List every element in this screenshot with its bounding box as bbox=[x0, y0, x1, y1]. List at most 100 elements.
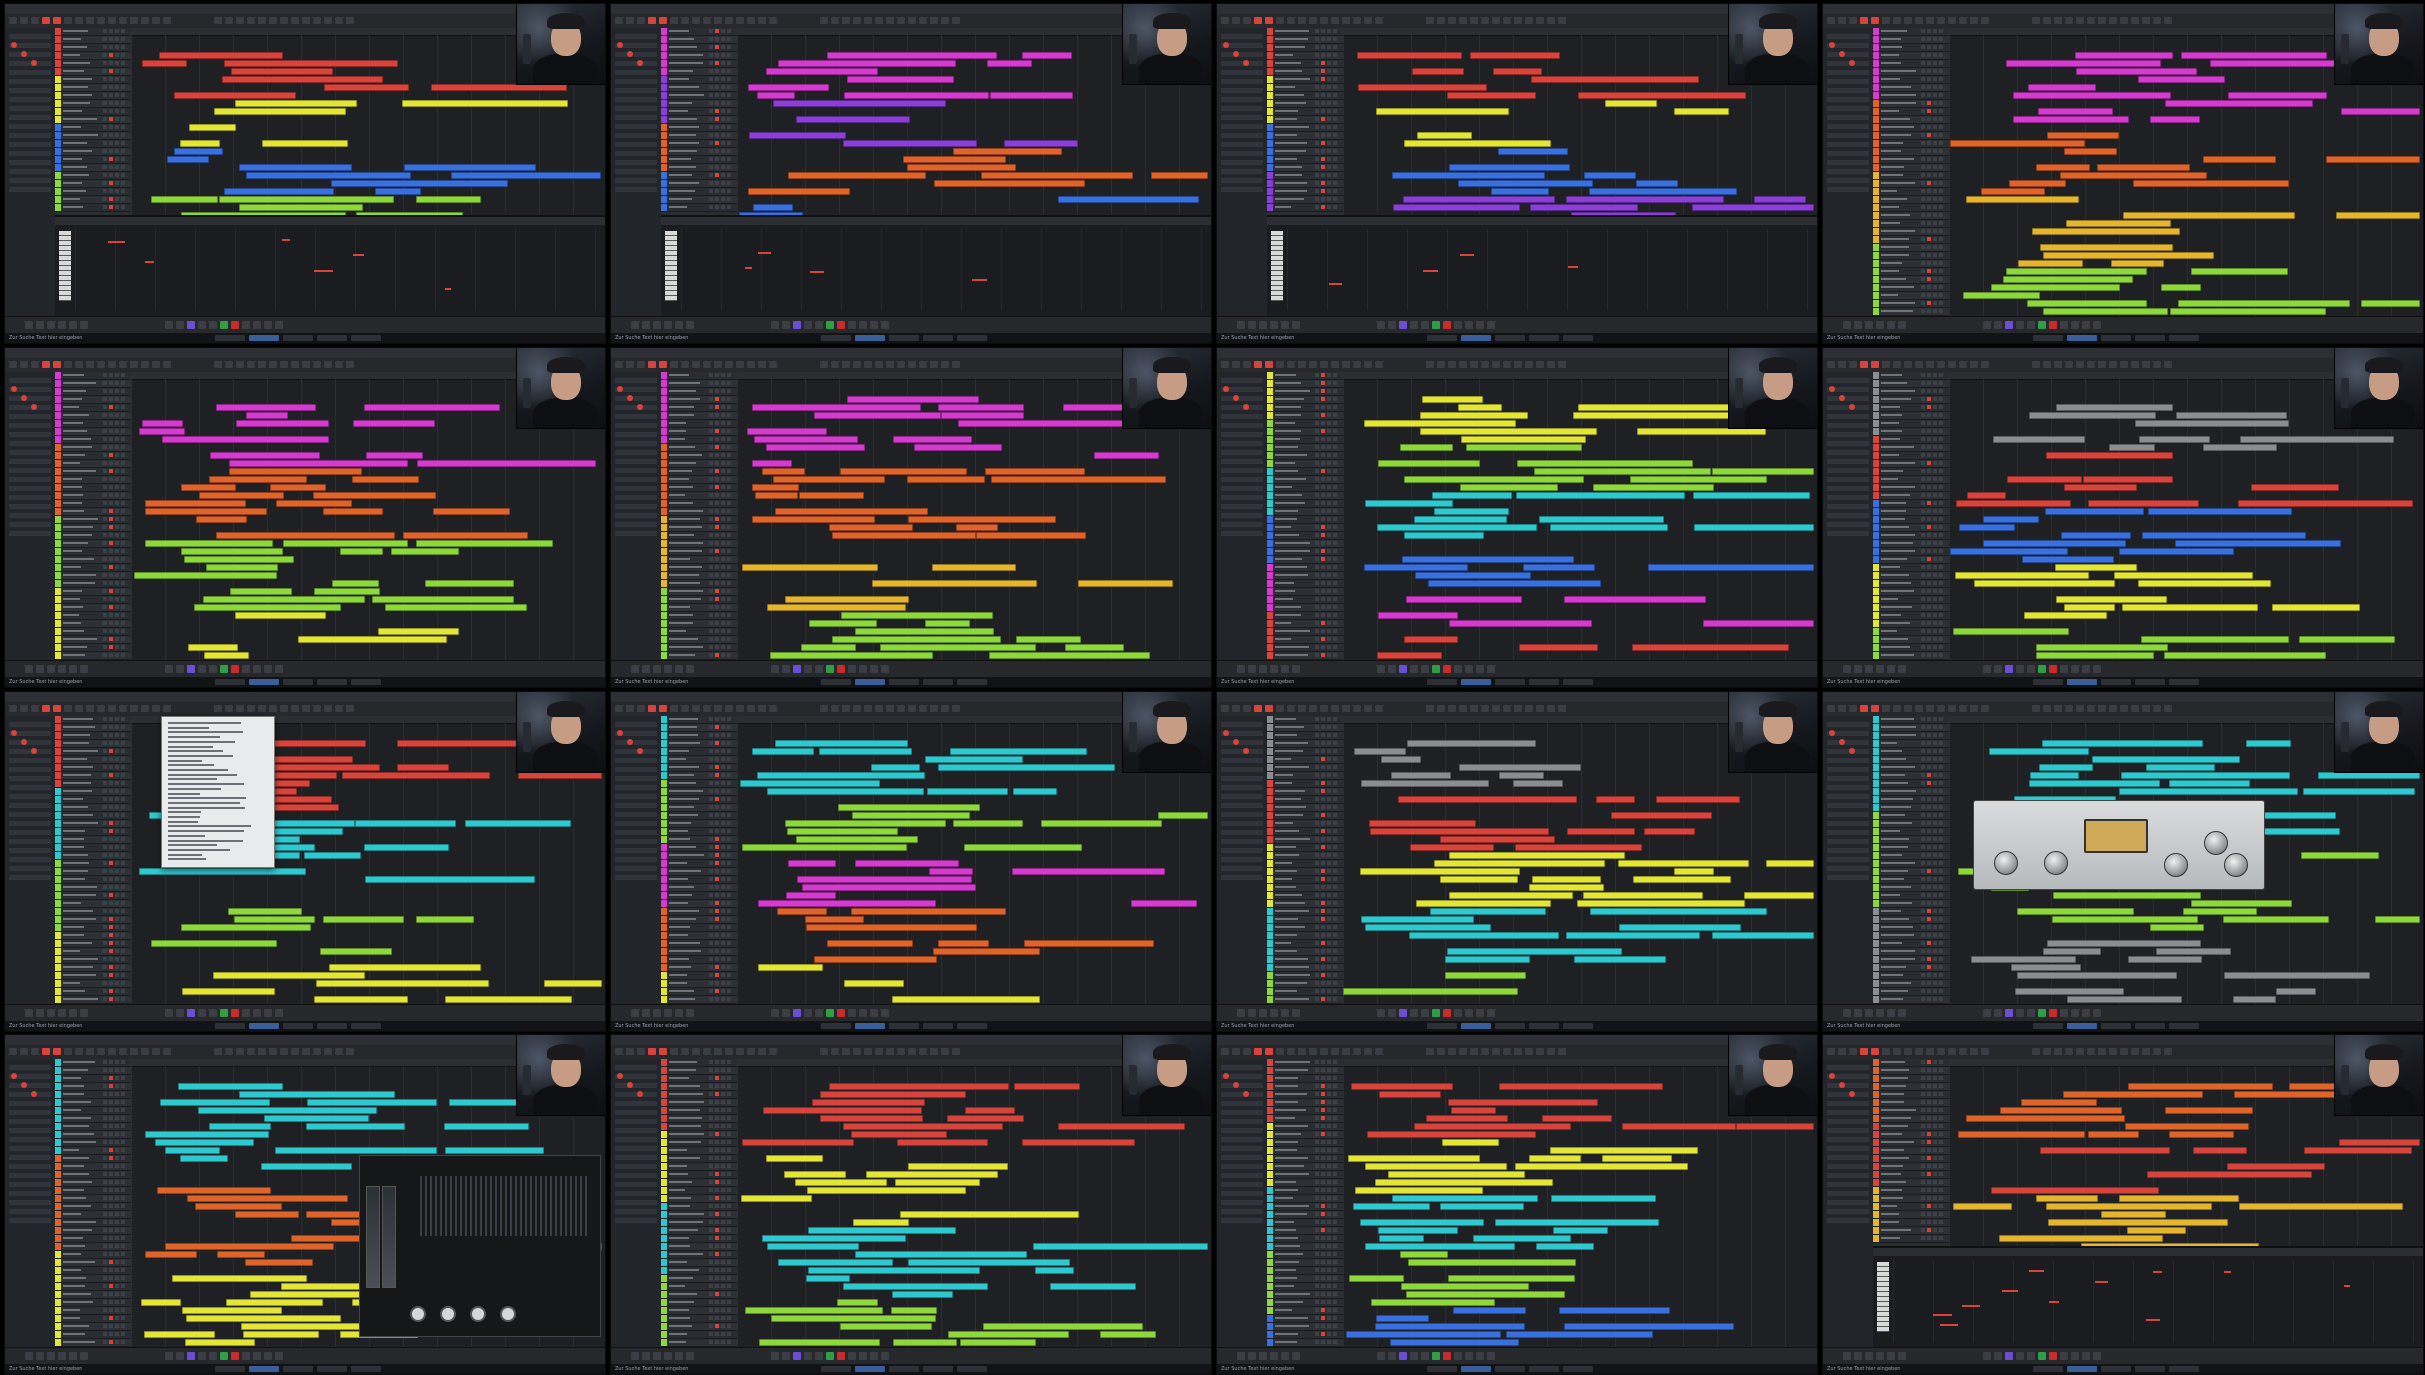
track-button[interactable] bbox=[1927, 29, 1931, 33]
track-button[interactable] bbox=[709, 445, 713, 449]
track-header[interactable] bbox=[1267, 404, 1343, 412]
inspector-row[interactable] bbox=[1221, 848, 1263, 853]
transport-button[interactable] bbox=[1237, 321, 1245, 329]
track-header[interactable] bbox=[1873, 284, 1949, 292]
inspector-row[interactable] bbox=[1221, 187, 1263, 192]
track-button[interactable] bbox=[1927, 653, 1931, 657]
transport-button[interactable] bbox=[1388, 321, 1396, 329]
track-button[interactable] bbox=[115, 1236, 119, 1240]
track-button[interactable] bbox=[715, 765, 719, 769]
track-button[interactable] bbox=[1939, 101, 1943, 105]
track-button[interactable] bbox=[1933, 477, 1937, 481]
transport-button[interactable] bbox=[36, 1009, 44, 1017]
toolbar-button[interactable] bbox=[75, 361, 83, 368]
clip[interactable] bbox=[2029, 780, 2160, 787]
track-button[interactable] bbox=[109, 1212, 113, 1216]
track-button[interactable] bbox=[1921, 221, 1925, 225]
track-button[interactable] bbox=[1939, 85, 1943, 89]
track-button[interactable] bbox=[715, 133, 719, 137]
toolbar-button[interactable] bbox=[1221, 17, 1229, 24]
inspector-row[interactable] bbox=[9, 531, 51, 536]
inspector-row[interactable] bbox=[1221, 405, 1263, 410]
toolbar-button[interactable] bbox=[152, 1048, 160, 1055]
transport-button[interactable] bbox=[275, 321, 283, 329]
track-button[interactable] bbox=[709, 117, 713, 121]
track-button[interactable] bbox=[121, 117, 125, 121]
track-header[interactable] bbox=[1873, 172, 1949, 180]
track-button[interactable] bbox=[1315, 509, 1319, 513]
track-header[interactable] bbox=[661, 644, 737, 652]
track-button[interactable] bbox=[1321, 861, 1325, 865]
track-button[interactable] bbox=[1315, 53, 1319, 57]
track-button[interactable] bbox=[1333, 845, 1337, 849]
inspector-row[interactable] bbox=[615, 513, 657, 518]
track-button[interactable] bbox=[721, 909, 725, 913]
track-button[interactable] bbox=[1321, 717, 1325, 721]
track-button[interactable] bbox=[121, 637, 125, 641]
track-button[interactable] bbox=[115, 381, 119, 385]
track-button[interactable] bbox=[1921, 37, 1925, 41]
track-header[interactable] bbox=[661, 860, 737, 868]
track-button[interactable] bbox=[1327, 645, 1331, 649]
track-header[interactable] bbox=[55, 876, 131, 884]
toolbar-button[interactable] bbox=[908, 361, 916, 368]
clip[interactable] bbox=[145, 508, 267, 515]
track-button[interactable] bbox=[709, 165, 713, 169]
clip[interactable] bbox=[2056, 404, 2173, 411]
toolbar-button[interactable] bbox=[97, 17, 105, 24]
clip[interactable] bbox=[1012, 868, 1165, 875]
track-button[interactable] bbox=[709, 717, 713, 721]
track-header[interactable] bbox=[661, 156, 737, 164]
track-button[interactable] bbox=[1333, 645, 1337, 649]
track-button[interactable] bbox=[121, 61, 125, 65]
clip[interactable] bbox=[2276, 988, 2316, 995]
track-header[interactable] bbox=[1873, 60, 1949, 68]
track-button[interactable] bbox=[1315, 157, 1319, 161]
track-button[interactable] bbox=[1927, 253, 1931, 257]
track-button[interactable] bbox=[1327, 181, 1331, 185]
track-button[interactable] bbox=[721, 805, 725, 809]
inspector-row[interactable] bbox=[1827, 133, 1869, 138]
track-button[interactable] bbox=[1315, 629, 1319, 633]
inspector-row[interactable] bbox=[615, 97, 657, 102]
track-button[interactable] bbox=[715, 45, 719, 49]
track-header[interactable] bbox=[1873, 940, 1949, 948]
track-button[interactable] bbox=[121, 461, 125, 465]
track-button[interactable] bbox=[727, 397, 731, 401]
track-header[interactable] bbox=[55, 724, 131, 732]
track-button[interactable] bbox=[115, 493, 119, 497]
toolbar-button[interactable] bbox=[1959, 17, 1967, 24]
track-button[interactable] bbox=[1939, 373, 1943, 377]
inspector-row[interactable] bbox=[615, 115, 657, 120]
track-button[interactable] bbox=[121, 581, 125, 585]
toolbar-button[interactable] bbox=[930, 705, 938, 712]
inspector-row[interactable] bbox=[615, 450, 657, 455]
clip[interactable] bbox=[365, 876, 535, 883]
toolbar-button[interactable] bbox=[842, 361, 850, 368]
context-menu-item[interactable] bbox=[168, 769, 228, 771]
clip[interactable] bbox=[1420, 412, 1528, 419]
track-header[interactable] bbox=[1267, 652, 1343, 660]
track-button[interactable] bbox=[1327, 429, 1331, 433]
track-button[interactable] bbox=[109, 373, 113, 377]
track-button[interactable] bbox=[1939, 741, 1943, 745]
track-button[interactable] bbox=[115, 1092, 119, 1096]
track-button[interactable] bbox=[1315, 557, 1319, 561]
track-button[interactable] bbox=[1333, 549, 1337, 553]
track-button[interactable] bbox=[121, 1212, 125, 1216]
track-button[interactable] bbox=[1921, 501, 1925, 505]
track-button[interactable] bbox=[1333, 725, 1337, 729]
inspector-row[interactable] bbox=[1827, 794, 1869, 799]
clip[interactable] bbox=[431, 84, 567, 91]
track-button[interactable] bbox=[1315, 781, 1319, 785]
track-button[interactable] bbox=[103, 965, 107, 969]
inspector-row[interactable] bbox=[615, 776, 657, 781]
context-menu-item[interactable] bbox=[168, 797, 246, 799]
track-header[interactable] bbox=[1873, 276, 1949, 284]
track-header[interactable] bbox=[55, 44, 131, 52]
taskbar-app[interactable] bbox=[889, 335, 919, 341]
track-button[interactable] bbox=[721, 53, 725, 57]
clip[interactable] bbox=[2135, 420, 2289, 427]
track-button[interactable] bbox=[103, 549, 107, 553]
track-button[interactable] bbox=[727, 173, 731, 177]
